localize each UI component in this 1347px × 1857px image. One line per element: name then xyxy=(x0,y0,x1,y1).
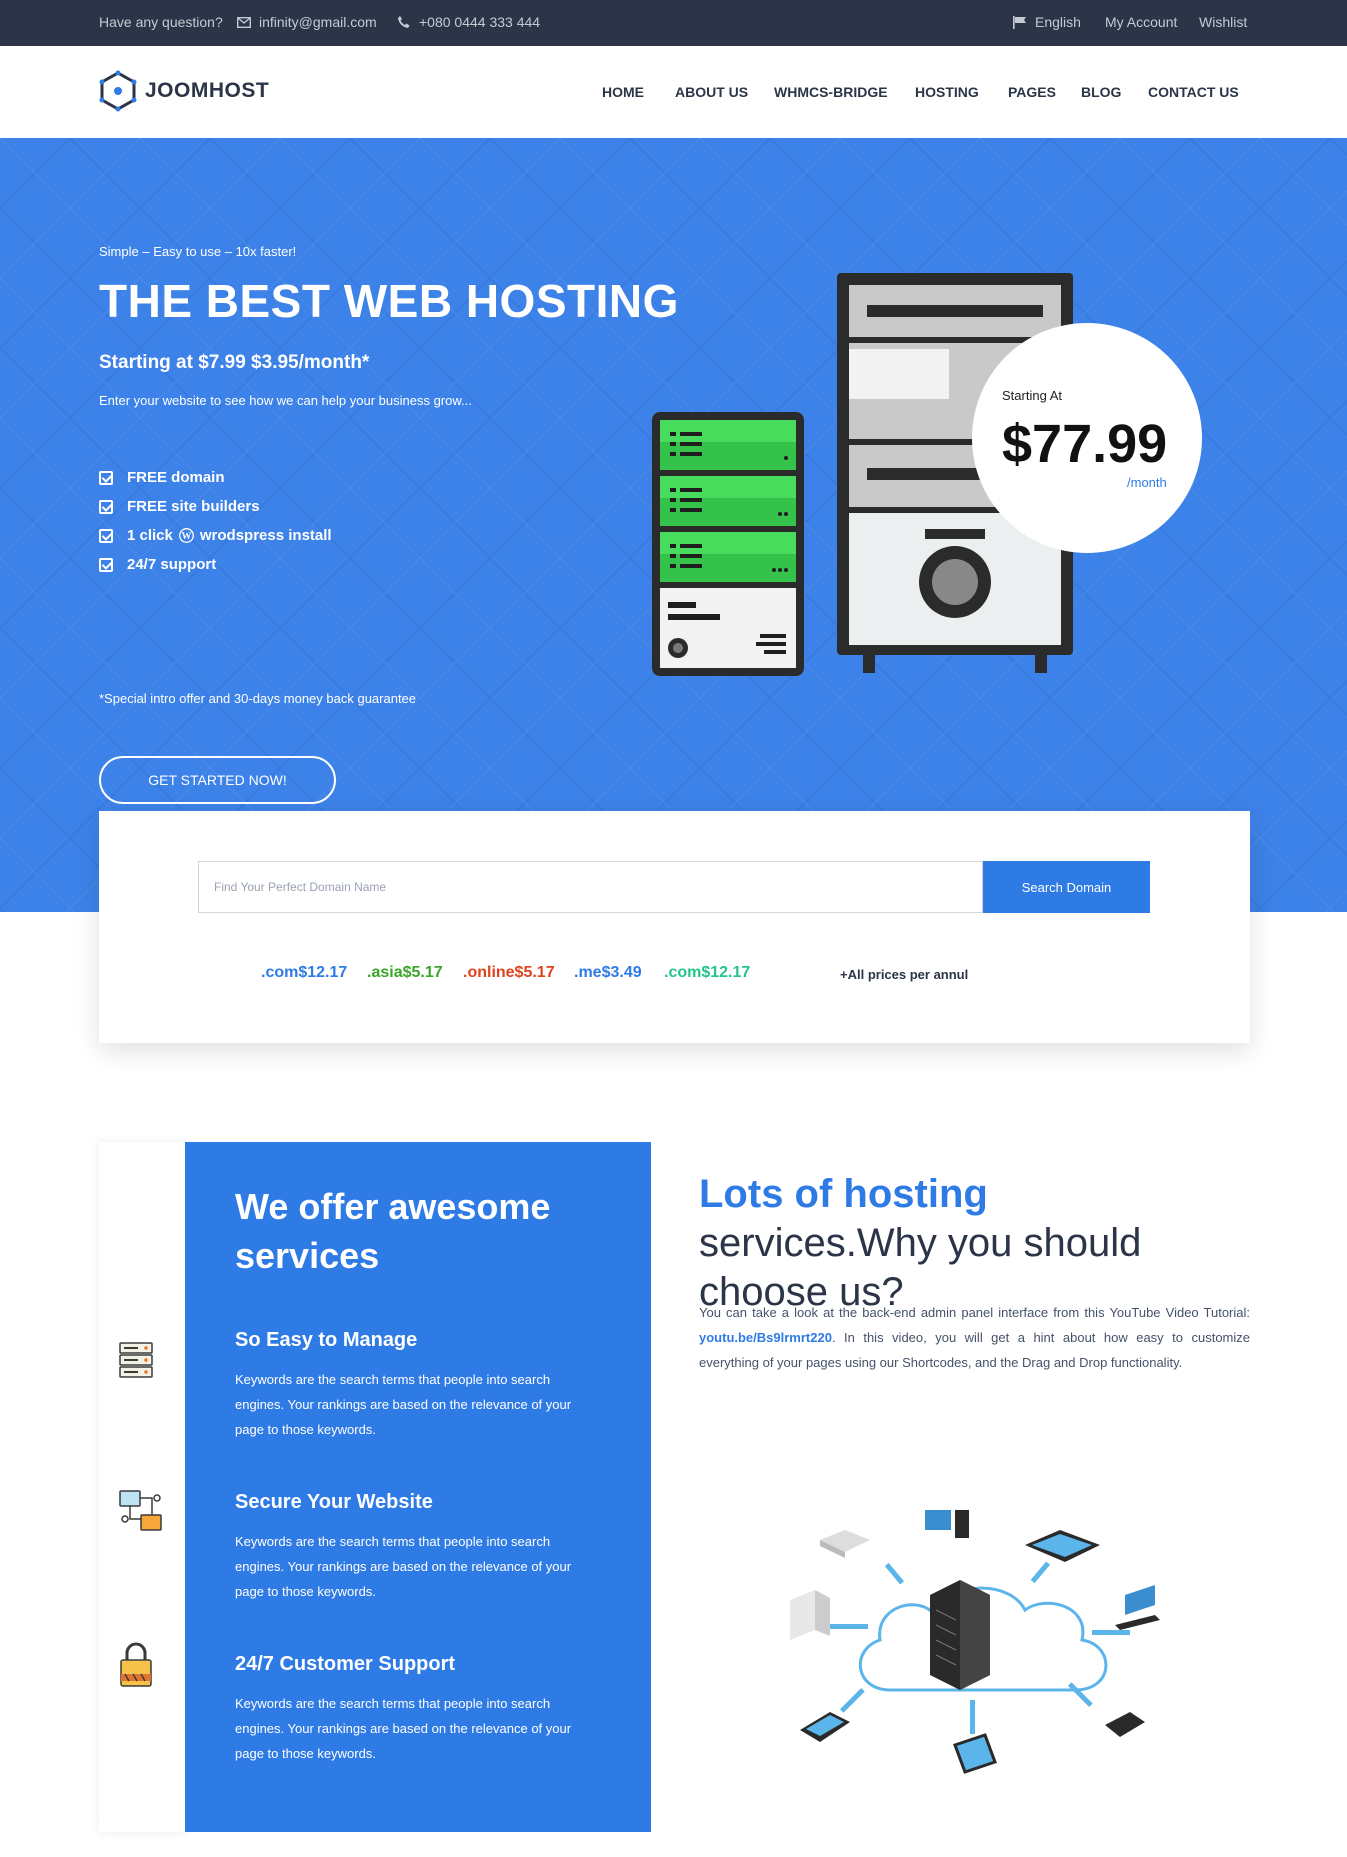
wordpress-icon: W xyxy=(178,528,194,543)
flag-icon xyxy=(1013,15,1026,29)
cloud-network-illustration xyxy=(790,1510,1160,1774)
why-choose-description: You can take a look at the back-end admi… xyxy=(699,1305,1250,1370)
brand-name: JOOMHOST xyxy=(145,79,270,102)
hero-title: THE BEST WEB HOSTING xyxy=(99,275,679,327)
tld-price-asia[interactable]: .asia$5.17 xyxy=(367,964,443,982)
hero-tagline: Simple – Easy to use – 10x faster! xyxy=(99,244,297,259)
prices-note: +All prices per annul xyxy=(840,967,969,982)
tld-price-com-2[interactable]: .com$12.17 xyxy=(664,964,750,982)
why-choose-title: Lots of hosting services.Why you should … xyxy=(699,1172,1142,1314)
services-icon-column xyxy=(99,1142,185,1832)
checkbox-icon xyxy=(99,557,113,572)
service-description: Keywords are the search terms that peopl… xyxy=(235,1696,572,1761)
nav-about-us[interactable]: ABOUT US xyxy=(675,84,748,100)
domain-search-input[interactable]: Find Your Perfect Domain Name xyxy=(198,861,983,913)
question-text: Have any question? xyxy=(99,14,223,30)
service-description: Keywords are the search terms that peopl… xyxy=(235,1372,572,1437)
network-icon xyxy=(119,1490,162,1531)
hero-section: Simple – Easy to use – 10x faster! THE B… xyxy=(0,138,1347,912)
main-navbar: JOOMHOST HOME ABOUT US WHMCS-BRIDGE HOST… xyxy=(0,46,1347,138)
services-heading: We offer awesome services xyxy=(235,1186,551,1276)
price-badge-period: /month xyxy=(1127,475,1167,490)
phone-icon xyxy=(398,16,410,28)
hero-subtitle: Enter your website to see how we can hel… xyxy=(99,393,472,408)
server-illustration xyxy=(652,412,804,676)
tld-price-online[interactable]: .online$5.17 xyxy=(463,964,555,982)
nav-home[interactable]: HOME xyxy=(602,84,644,100)
services-panel: We offer awesome services So Easy to Man… xyxy=(99,1142,651,1832)
services-content: We offer awesome services So Easy to Man… xyxy=(185,1142,651,1832)
padlock-icon xyxy=(120,1642,152,1687)
phone-link[interactable]: +080 0444 333 444 xyxy=(397,14,540,30)
feature-item: 24/7 support xyxy=(99,556,216,573)
nav-pages[interactable]: PAGES xyxy=(1008,84,1056,100)
get-started-button[interactable]: GET STARTED NOW! xyxy=(99,756,336,804)
price-badge-label: Starting At xyxy=(1002,388,1062,403)
nav-hosting[interactable]: HOSTING xyxy=(915,84,979,100)
nav-whmcs-bridge[interactable]: WHMCS-BRIDGE xyxy=(774,84,888,100)
wishlist-link[interactable]: Wishlist xyxy=(1199,14,1247,30)
hexagon-logo-icon xyxy=(99,70,137,112)
svg-text:W: W xyxy=(181,531,191,542)
checkbox-icon xyxy=(99,528,113,543)
service-description: Keywords are the search terms that peopl… xyxy=(235,1534,572,1599)
feature-item: 1 click W wrodspress install xyxy=(99,527,332,544)
brand-logo[interactable]: JOOMHOST xyxy=(99,70,269,112)
nav-contact-us[interactable]: CONTACT US xyxy=(1148,84,1239,100)
server-rack-icon xyxy=(119,1342,153,1378)
tld-price-me[interactable]: .me$3.49 xyxy=(574,964,642,982)
tld-price-com[interactable]: .com$12.17 xyxy=(261,964,347,982)
service-title: So Easy to Manage xyxy=(235,1329,418,1351)
checkbox-icon xyxy=(99,470,113,485)
domain-search-card: Find Your Perfect Domain Name Search Dom… xyxy=(99,811,1250,1043)
youtube-link[interactable]: youtu.be/Bs9lrmrt220 xyxy=(699,1330,832,1345)
search-domain-button[interactable]: Search Domain xyxy=(983,861,1150,913)
email-link[interactable]: infinity@gmail.com xyxy=(237,14,377,30)
service-title: Secure Your Website xyxy=(235,1491,433,1513)
service-title: 24/7 Customer Support xyxy=(235,1653,456,1675)
checkbox-icon xyxy=(99,499,113,514)
my-account-link[interactable]: My Account xyxy=(1105,14,1177,30)
top-bar: Have any question? infinity@gmail.com +0… xyxy=(0,0,1347,46)
hero-offer-note: *Special intro offer and 30-days money b… xyxy=(99,691,417,706)
nav-blog[interactable]: BLOG xyxy=(1081,84,1121,100)
language-selector[interactable]: English xyxy=(1013,14,1081,30)
price-badge: Starting At $77.99 /month xyxy=(972,323,1202,553)
feature-item: FREE domain xyxy=(99,469,225,486)
envelope-icon xyxy=(237,16,251,28)
hero-price-line: Starting at $7.99 $3.95/month* xyxy=(99,352,370,373)
feature-item: FREE site builders xyxy=(99,498,260,515)
price-badge-amount: $77.99 xyxy=(1002,414,1168,474)
